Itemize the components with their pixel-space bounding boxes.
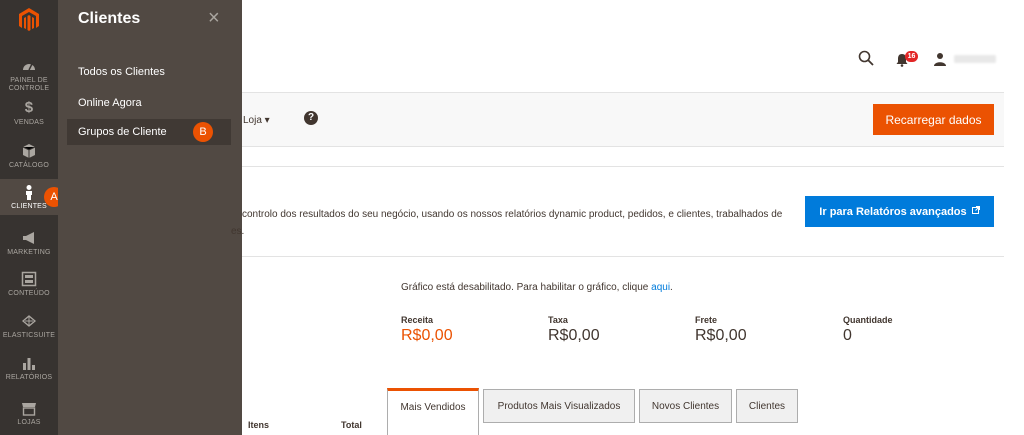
callout-b-badge: B xyxy=(193,122,213,142)
nav-item-sales[interactable]: $ VENDAS xyxy=(0,100,58,130)
nav-item-elasticsuite[interactable]: ELASTICSUITE xyxy=(0,313,58,343)
reload-data-button[interactable]: Recarregar dados xyxy=(873,104,994,135)
elasticsuite-icon xyxy=(21,315,37,327)
divider xyxy=(242,166,1004,167)
admin-sidebar: PAINEL DE CONTROLE $ VENDAS CATÁLOGO CLI… xyxy=(0,0,58,435)
advanced-reports-button[interactable]: Ir para Relatóros avançados xyxy=(805,196,994,227)
dashboard-icon xyxy=(23,63,35,71)
external-link-icon xyxy=(971,205,980,214)
customers-submenu: Clientes × Todos os Clientes Online Agor… xyxy=(58,0,242,435)
user-name-blurred[interactable] xyxy=(954,55,996,63)
help-icon[interactable]: ? xyxy=(304,111,318,125)
person-icon xyxy=(26,185,32,200)
submenu-title: Clientes xyxy=(78,10,141,27)
nav-item-label: VENDAS xyxy=(14,119,44,126)
store-icon xyxy=(22,403,36,416)
user-icon[interactable] xyxy=(933,52,947,66)
store-switcher[interactable]: Loja ▾ xyxy=(243,115,270,126)
chart-disabled-note: Gráfico está desabilitado. Para habilita… xyxy=(401,282,673,293)
nav-item-label: CONTEÚDO xyxy=(8,290,50,297)
tab-new-customers[interactable]: Novos Clientes xyxy=(639,389,732,423)
stat-value: R$0,00 xyxy=(548,327,600,344)
magento-logo-icon xyxy=(19,8,39,31)
nav-item-label: ELASTICSUITE xyxy=(2,332,56,339)
stat-revenue: Receita R$0,00 xyxy=(401,315,453,345)
nav-item-label: CLIENTES xyxy=(11,203,47,210)
dollar-icon: $ xyxy=(24,99,34,116)
tab-customers[interactable]: Clientes xyxy=(736,389,798,423)
close-icon[interactable]: × xyxy=(208,8,220,28)
stat-label: Taxa xyxy=(548,315,568,325)
nav-item-reports[interactable]: RELATÓRIOS xyxy=(0,355,58,385)
nav-item-content[interactable]: CONTEÚDO xyxy=(0,271,58,301)
search-icon[interactable] xyxy=(858,50,874,66)
stat-quantity: Quantidade 0 xyxy=(843,315,893,345)
nav-item-label: PAINEL DE CONTROLE xyxy=(8,77,50,92)
stat-label: Quantidade xyxy=(843,315,893,325)
tab-most-viewed[interactable]: Produtos Mais Visualizados xyxy=(483,389,635,423)
stat-value: R$0,00 xyxy=(401,327,453,344)
submenu-item-all-customers[interactable]: Todos os Clientes xyxy=(78,66,165,78)
nav-item-label: RELATÓRIOS xyxy=(5,374,53,381)
bar-chart-icon xyxy=(23,358,35,370)
nav-item-dashboard[interactable]: PAINEL DE CONTROLE xyxy=(0,58,58,94)
stat-tax: Taxa R$0,00 xyxy=(548,315,600,345)
advanced-reports-label: Ir para Relatóros avançados xyxy=(819,205,967,218)
intro-line-2: es. xyxy=(231,226,245,237)
enable-chart-link[interactable]: aqui xyxy=(651,282,670,293)
box-icon xyxy=(22,144,36,158)
submenu-item-online-now[interactable]: Online Agora xyxy=(78,97,142,109)
megaphone-icon xyxy=(23,232,34,244)
nav-item-label: LOJAS xyxy=(17,419,41,426)
stat-shipping: Frete R$0,00 xyxy=(695,315,747,345)
nav-item-stores[interactable]: LOJAS xyxy=(0,400,58,430)
tab-bestsellers[interactable]: Mais Vendidos xyxy=(387,388,479,435)
stat-label: Frete xyxy=(695,315,718,325)
column-header-total: Total xyxy=(341,420,362,430)
divider xyxy=(242,256,1004,257)
intro-line-1: controlo dos resultados do seu negócio, … xyxy=(242,209,783,220)
chart-note-suffix: . xyxy=(670,282,673,293)
stat-value: 0 xyxy=(843,327,852,344)
layout-icon xyxy=(21,271,37,287)
notification-count-badge: 16 xyxy=(905,51,918,62)
magento-logo[interactable] xyxy=(0,0,58,40)
chart-note-text: Gráfico está desabilitado. Para habilita… xyxy=(401,282,652,293)
advanced-reports-intro: controlo dos resultados do seu negócio, … xyxy=(231,206,791,240)
nav-item-label: CATÁLOGO xyxy=(9,162,49,169)
stat-label: Receita xyxy=(401,315,434,325)
column-header-items: Itens xyxy=(248,420,270,430)
stat-value: R$0,00 xyxy=(695,327,747,344)
nav-item-marketing[interactable]: MARKETING xyxy=(0,230,58,260)
nav-item-label: MARKETING xyxy=(7,249,51,256)
submenu-item-label: Grupos de Cliente xyxy=(78,126,167,138)
nav-item-catalog[interactable]: CATÁLOGO xyxy=(0,143,58,173)
